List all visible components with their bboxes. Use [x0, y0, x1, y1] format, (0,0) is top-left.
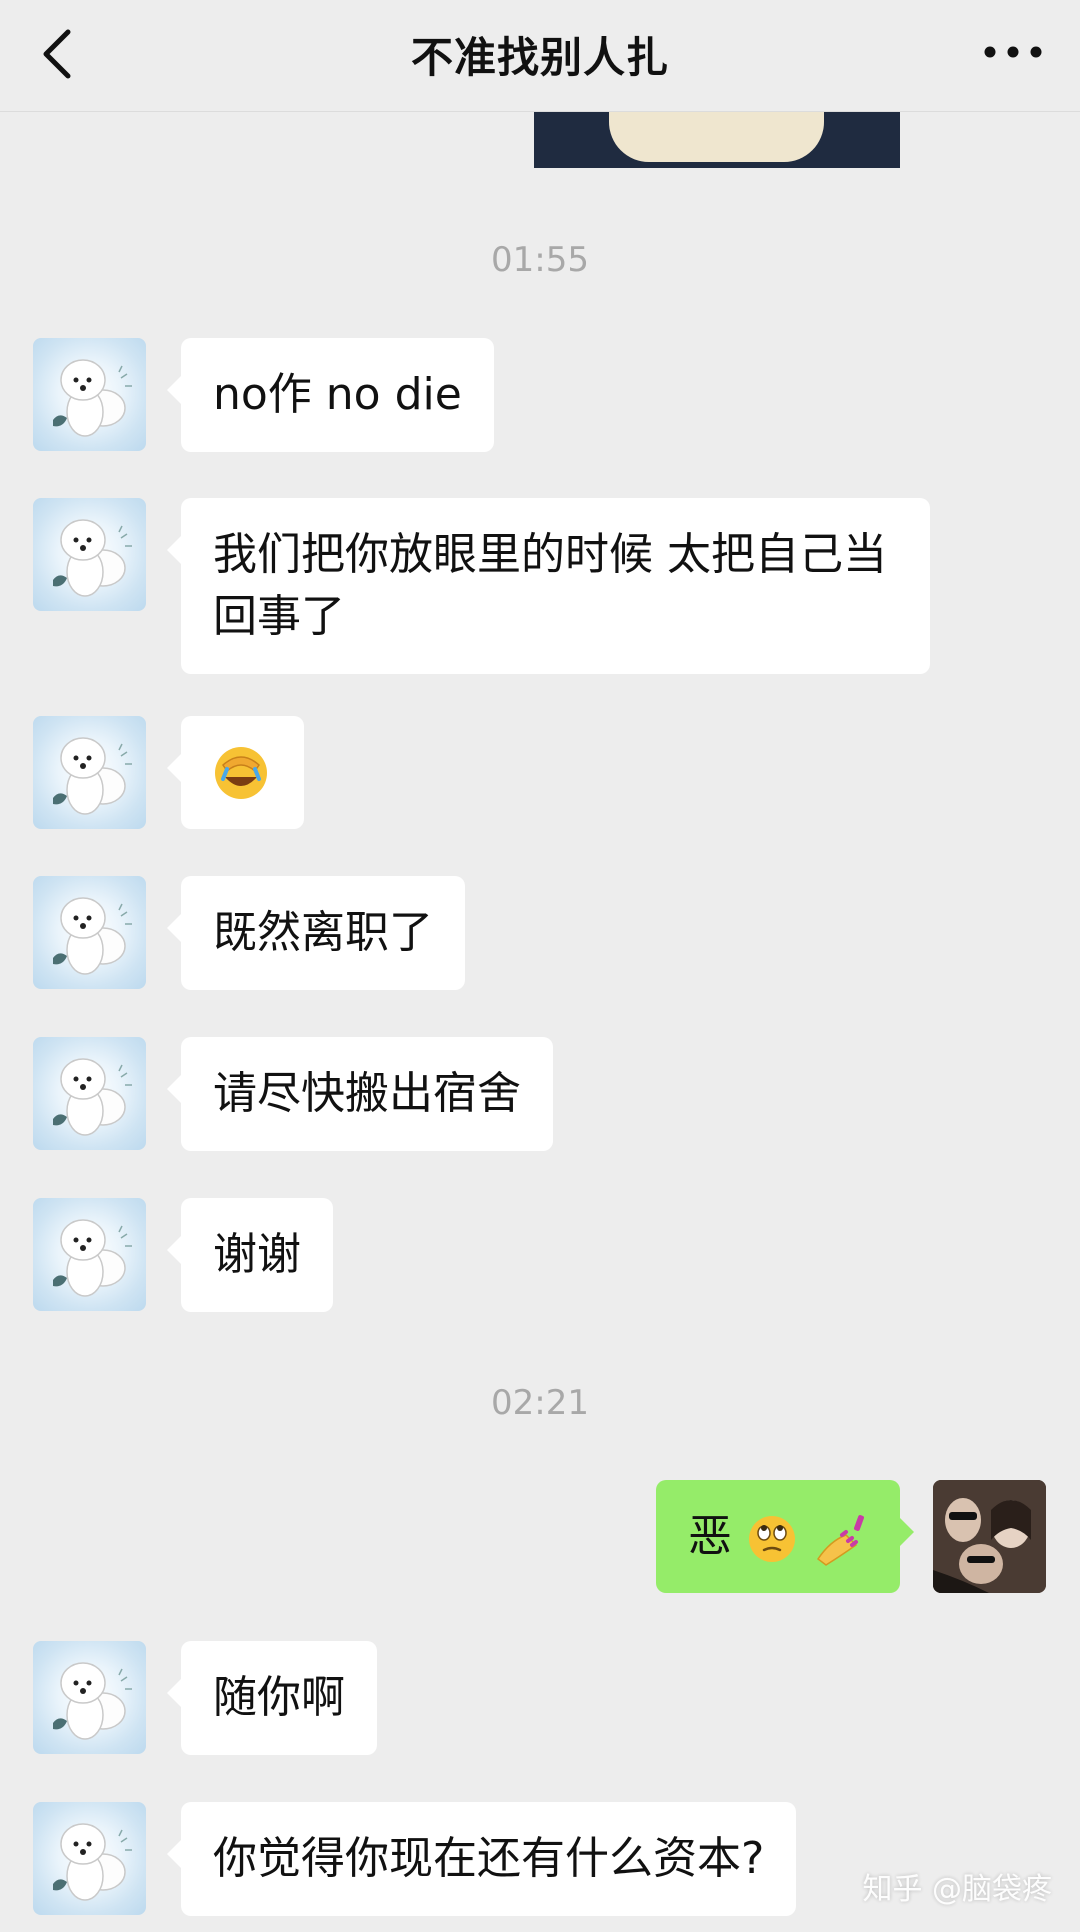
- avatar[interactable]: [33, 338, 146, 451]
- my-message-bubble[interactable]: 恶: [656, 1480, 914, 1593]
- white-dog-avatar-icon: [53, 1058, 132, 1136]
- message-text: 谢谢: [213, 1229, 301, 1280]
- avatar[interactable]: [33, 1198, 146, 1311]
- white-dog-avatar-icon: [53, 359, 132, 437]
- previous-image-message[interactable]: [534, 112, 900, 168]
- message-text: 请尽快搬出宿舍: [213, 1068, 521, 1119]
- message-bubble[interactable]: 随你啊: [167, 1641, 377, 1755]
- white-dog-avatar-icon: [53, 737, 132, 815]
- message-bubble[interactable]: 既然离职了: [167, 876, 465, 990]
- message-bubble[interactable]: 你觉得你现在还有什么资本?: [166, 1802, 797, 1916]
- avatar[interactable]: [33, 1802, 146, 1915]
- message-text: 恶: [688, 1511, 732, 1562]
- avatar[interactable]: [33, 876, 146, 989]
- eye-roll-emoji-icon: [749, 1516, 795, 1562]
- group-photo-avatar-icon: [933, 1480, 1046, 1593]
- message-bubble[interactable]: 谢谢: [167, 1198, 333, 1312]
- chat-screen: 不准找别人扎 01:55 no作 no die 我们把你放眼里的时候 太把自己当…: [0, 0, 1080, 1932]
- more-dots-icon: [984, 46, 1042, 58]
- avatar[interactable]: [33, 716, 146, 829]
- avatar[interactable]: [33, 498, 146, 611]
- message-text: 随你啊: [213, 1672, 345, 1723]
- message-bubble[interactable]: [167, 716, 304, 829]
- watermark: 知乎 @脑袋疼: [862, 1872, 1052, 1907]
- white-dog-avatar-icon: [53, 1823, 132, 1901]
- more-button[interactable]: [978, 30, 1048, 74]
- chat-title: 不准找别人扎: [410, 33, 669, 82]
- chat-header: 不准找别人扎: [0, 0, 1080, 112]
- message-text: 我们把你放眼里的时候 太把自己当回事了: [213, 529, 887, 642]
- white-dog-avatar-icon: [53, 1219, 132, 1297]
- message-bubble[interactable]: 请尽快搬出宿舍: [167, 1037, 553, 1151]
- avatar[interactable]: [33, 1641, 146, 1754]
- white-dog-avatar-icon: [53, 519, 132, 597]
- message-text: 你觉得你现在还有什么资本?: [213, 1833, 765, 1884]
- my-avatar[interactable]: [933, 1480, 1046, 1593]
- avatar[interactable]: [33, 1037, 146, 1150]
- message-bubble[interactable]: 我们把你放眼里的时候 太把自己当回事了: [167, 498, 930, 674]
- nail-polish-emoji-icon: [816, 1515, 864, 1566]
- message-text: 既然离职了: [213, 907, 433, 958]
- timestamp: 01:55: [491, 240, 589, 280]
- image-figure: [609, 112, 824, 162]
- message-text: no作 no die: [213, 369, 462, 420]
- message-bubble[interactable]: no作 no die: [167, 338, 494, 452]
- white-dog-avatar-icon: [53, 897, 132, 975]
- white-dog-avatar-icon: [53, 1662, 132, 1740]
- timestamp: 02:21: [491, 1383, 589, 1423]
- facepalm-laughing-emoji-icon: [215, 747, 267, 799]
